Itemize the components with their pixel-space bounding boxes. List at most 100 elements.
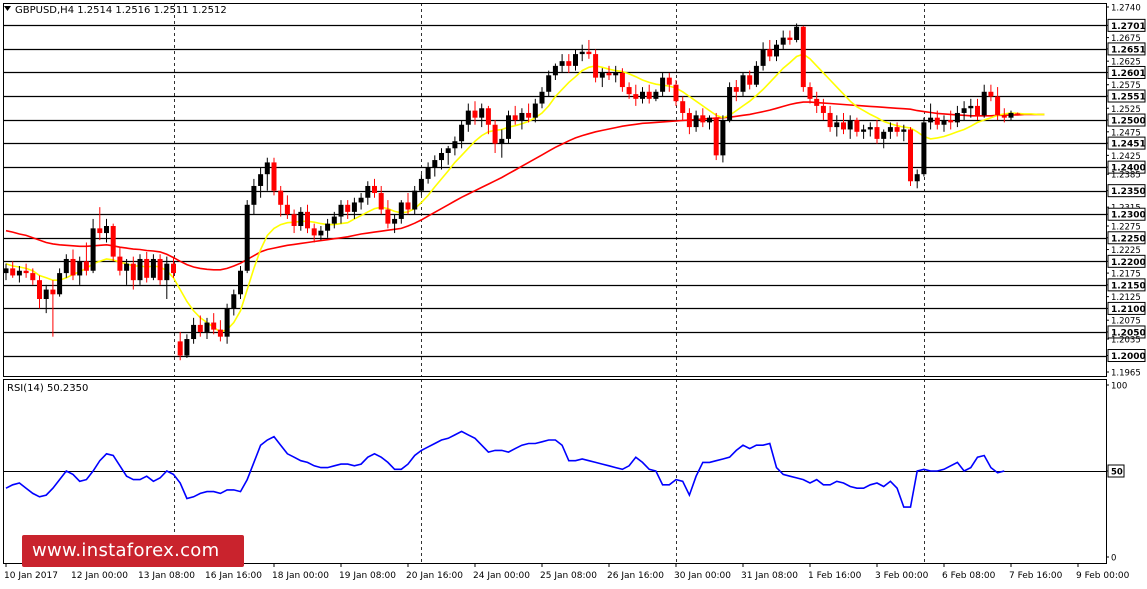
candle[interactable] bbox=[244, 200, 250, 274]
candle-body bbox=[686, 112, 692, 128]
candle-body bbox=[479, 108, 485, 118]
candle-body bbox=[814, 98, 820, 106]
candle[interactable] bbox=[593, 49, 599, 83]
candle-body bbox=[378, 193, 384, 210]
candle-body bbox=[780, 37, 786, 45]
candle[interactable] bbox=[720, 115, 726, 163]
candle-body bbox=[887, 127, 893, 132]
price-level-label: 1.2300 bbox=[1111, 211, 1146, 221]
candle-body bbox=[452, 141, 458, 149]
candle-body bbox=[961, 108, 967, 113]
candle-body bbox=[177, 341, 183, 356]
candle-body bbox=[284, 204, 290, 215]
candle-body bbox=[753, 65, 759, 85]
candle[interactable] bbox=[713, 112, 719, 161]
candle-body bbox=[1001, 115, 1007, 118]
candle-body bbox=[713, 117, 719, 156]
candle-body bbox=[432, 160, 438, 168]
candle-body bbox=[171, 263, 176, 274]
symbol-ohlc-header: GBPUSD,H4 1.2514 1.2516 1.2511 1.2512 bbox=[15, 5, 227, 16]
candle-body bbox=[593, 54, 599, 78]
candle-body bbox=[975, 105, 980, 116]
candle-body bbox=[157, 258, 163, 281]
candle-body bbox=[137, 258, 143, 281]
candle-body bbox=[30, 273, 36, 281]
price-tick-label: 1.2425 bbox=[1111, 152, 1141, 162]
candle-body bbox=[90, 228, 96, 271]
rsi-tick-label: 0 bbox=[1111, 554, 1116, 564]
time-label: 30 Jan 00:00 bbox=[674, 571, 731, 581]
price-tick-label: 1.2385 bbox=[1111, 171, 1141, 181]
candle-body bbox=[97, 228, 103, 234]
candle-body bbox=[57, 273, 63, 295]
candle-body bbox=[539, 91, 545, 104]
candle[interactable] bbox=[727, 82, 733, 123]
candle-body bbox=[358, 197, 364, 203]
chart-canvas[interactable]: 100500 1.27401.27011.26751.26511.26251.2… bbox=[0, 0, 1147, 585]
candle-body bbox=[854, 120, 860, 132]
candle-body bbox=[968, 105, 974, 109]
candle-body bbox=[398, 202, 404, 219]
candle-body bbox=[63, 258, 69, 274]
price-level-label: 1.2601 bbox=[1111, 69, 1146, 79]
candle-body bbox=[197, 324, 203, 332]
candle-body bbox=[472, 110, 478, 118]
candle-body bbox=[318, 230, 324, 236]
candle-body bbox=[981, 91, 987, 116]
candle[interactable] bbox=[908, 127, 913, 186]
candle-body bbox=[707, 117, 712, 123]
candle-body bbox=[995, 96, 1001, 116]
candle-body bbox=[211, 322, 217, 330]
candle[interactable] bbox=[110, 223, 116, 262]
price-level-label: 1.2100 bbox=[1111, 305, 1146, 315]
candle-body bbox=[867, 127, 873, 130]
candle-body bbox=[559, 61, 565, 66]
candle-body bbox=[305, 211, 310, 229]
price-tick-label: 1.2275 bbox=[1111, 223, 1141, 233]
candle-body bbox=[244, 204, 250, 271]
candle-body bbox=[954, 112, 960, 123]
candle-body bbox=[606, 72, 612, 76]
candle-body bbox=[392, 218, 398, 224]
candle-body bbox=[331, 216, 337, 224]
mt4-chart-window: 100 50 0 1.2740 1.2701 1.2675 1.2651 1.2625 1.2… bbox=[0, 0, 1147, 585]
candle[interactable] bbox=[238, 266, 243, 299]
price-level-label: 1.2250 bbox=[1111, 234, 1146, 244]
candle-body bbox=[834, 122, 840, 128]
candle-body bbox=[50, 289, 56, 295]
price-level-label: 1.2551 bbox=[1111, 93, 1146, 103]
candle-body bbox=[10, 268, 16, 276]
candle-body bbox=[673, 84, 679, 102]
candle-body bbox=[459, 124, 465, 142]
candle-body bbox=[164, 263, 170, 281]
candle-body bbox=[908, 129, 913, 182]
candle[interactable] bbox=[506, 110, 511, 144]
candle-body bbox=[43, 289, 49, 299]
price-level-label: 1.2451 bbox=[1111, 140, 1146, 150]
candle-body bbox=[385, 209, 391, 224]
candle-body bbox=[934, 117, 940, 125]
candle-body bbox=[506, 115, 511, 139]
candle[interactable] bbox=[800, 25, 806, 92]
price-level-label: 1.2150 bbox=[1111, 281, 1146, 291]
price-level-label: 1.2701 bbox=[1111, 22, 1146, 32]
candle-body bbox=[499, 138, 505, 144]
candle[interactable] bbox=[921, 117, 927, 177]
candle-body bbox=[351, 202, 357, 212]
watermark-text: www.instaforex.com bbox=[32, 540, 220, 561]
instaforex-watermark[interactable]: www.instaforex.com bbox=[22, 535, 244, 567]
candle-body bbox=[820, 105, 826, 113]
candle[interactable] bbox=[271, 157, 277, 196]
candle-body bbox=[465, 110, 471, 125]
rsi-tick-label: 50 bbox=[1111, 468, 1123, 478]
candle-body bbox=[110, 226, 116, 257]
candle-body bbox=[613, 72, 619, 76]
candle-body bbox=[492, 124, 498, 144]
candle-body bbox=[653, 91, 659, 99]
candle-body bbox=[144, 258, 150, 278]
candle-body bbox=[251, 185, 257, 205]
candle-body bbox=[519, 112, 525, 121]
candle-body bbox=[626, 87, 632, 95]
candle-body bbox=[566, 61, 572, 66]
candle-body bbox=[70, 258, 76, 276]
